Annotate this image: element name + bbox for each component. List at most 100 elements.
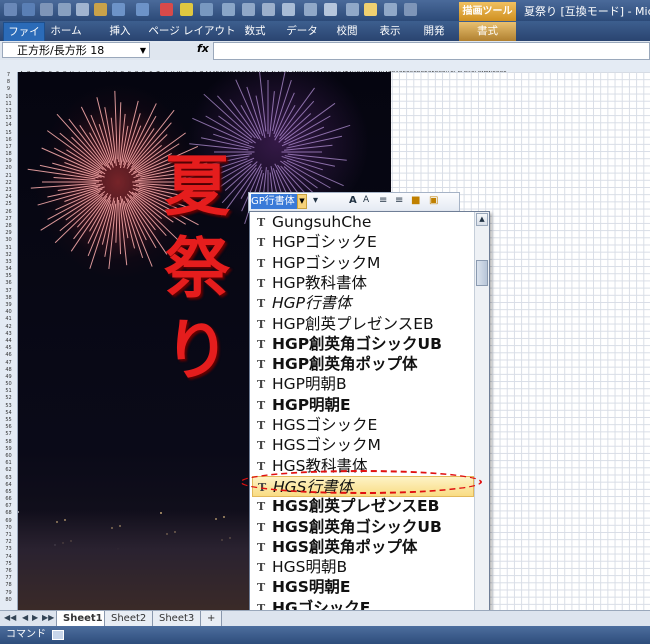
name-box[interactable]: 正方形/長方形 18 ▼ bbox=[2, 42, 150, 58]
summer-festival-title[interactable]: 夏祭り bbox=[162, 145, 232, 391]
row-header[interactable]: 14 bbox=[0, 122, 17, 129]
font-size-dropdown-icon[interactable]: ▾ bbox=[313, 195, 318, 206]
excel-app-icon[interactable] bbox=[4, 3, 17, 16]
row-header[interactable]: 67 bbox=[0, 503, 17, 510]
shape-outline-icon[interactable]: ▣ bbox=[429, 195, 438, 206]
font-list-item[interactable]: T GungsuhChe bbox=[252, 212, 474, 233]
tab-sheet1[interactable]: Sheet1 bbox=[56, 611, 110, 627]
row-header[interactable]: 20 bbox=[0, 165, 17, 172]
shape-icon[interactable] bbox=[324, 3, 337, 16]
row-header[interactable]: 61 bbox=[0, 460, 17, 467]
font-list-item[interactable]: T HGS明朝E bbox=[252, 577, 474, 598]
row-header[interactable]: 50 bbox=[0, 381, 17, 388]
tab-insert[interactable]: 挿入 bbox=[103, 22, 137, 41]
row-header[interactable]: 65 bbox=[0, 489, 17, 496]
row-header[interactable]: 13 bbox=[0, 115, 17, 122]
row-header[interactable]: 7 bbox=[0, 72, 17, 79]
row-header[interactable]: 80 bbox=[0, 597, 17, 604]
font-list-item[interactable]: T HGS創英角ポップ体 bbox=[252, 537, 474, 558]
grow-font-icon[interactable]: A bbox=[349, 195, 357, 206]
row-header[interactable]: 63 bbox=[0, 475, 17, 482]
row-header[interactable]: 33 bbox=[0, 259, 17, 266]
grid-icon[interactable] bbox=[364, 3, 377, 16]
row-header[interactable]: 12 bbox=[0, 108, 17, 115]
row-header[interactable]: 17 bbox=[0, 144, 17, 151]
copy-icon[interactable] bbox=[76, 3, 89, 16]
row-header[interactable]: 42 bbox=[0, 324, 17, 331]
preview-icon[interactable] bbox=[58, 3, 71, 16]
tab-home[interactable]: ホーム bbox=[46, 22, 86, 41]
row-header[interactable]: 77 bbox=[0, 575, 17, 582]
first-sheet-icon[interactable]: ◀◀ bbox=[4, 613, 16, 622]
shape-fill-icon[interactable]: ■ bbox=[411, 195, 420, 206]
row-header[interactable]: 59 bbox=[0, 446, 17, 453]
row-header[interactable]: 16 bbox=[0, 137, 17, 144]
font-color-icon[interactable] bbox=[160, 3, 173, 16]
row-header[interactable]: 68 bbox=[0, 510, 17, 517]
row-header[interactable]: 31 bbox=[0, 245, 17, 252]
font-list-item[interactable]: T HGP明朝B bbox=[252, 374, 474, 395]
row-header[interactable]: 54 bbox=[0, 410, 17, 417]
row-header[interactable]: 78 bbox=[0, 582, 17, 589]
row-header[interactable]: 11 bbox=[0, 101, 17, 108]
paste-icon[interactable] bbox=[94, 3, 107, 16]
row-header[interactable]: 44 bbox=[0, 338, 17, 345]
row-header[interactable]: 43 bbox=[0, 331, 17, 338]
row-header[interactable]: 60 bbox=[0, 453, 17, 460]
undo-icon[interactable] bbox=[112, 3, 125, 16]
row-header[interactable]: 75 bbox=[0, 561, 17, 568]
scroll-up-icon[interactable]: ▲ bbox=[476, 213, 488, 226]
increase-indent-icon[interactable]: ≡ bbox=[395, 195, 403, 206]
redo-icon[interactable] bbox=[136, 3, 149, 16]
row-header[interactable]: 46 bbox=[0, 352, 17, 359]
row-header[interactable]: 72 bbox=[0, 539, 17, 546]
font-name-box[interactable]: GP行書体 bbox=[251, 194, 297, 209]
formula-input[interactable] bbox=[213, 42, 650, 60]
scrollbar[interactable]: ▲ ▼ bbox=[474, 212, 489, 635]
font-list-item[interactable]: T HGPゴシックE bbox=[252, 232, 474, 253]
tab-sheet2[interactable]: Sheet2 bbox=[104, 611, 154, 627]
print-icon[interactable] bbox=[40, 3, 53, 16]
font-list-item[interactable]: T HGS行書体 bbox=[252, 475, 474, 497]
row-header[interactable]: 22 bbox=[0, 180, 17, 187]
row-header[interactable]: 19 bbox=[0, 158, 17, 165]
tab-sheet3[interactable]: Sheet3 bbox=[152, 611, 202, 627]
row-header[interactable]: 8 bbox=[0, 79, 17, 86]
row-header[interactable]: 37 bbox=[0, 288, 17, 295]
row-header[interactable]: 57 bbox=[0, 431, 17, 438]
form-icon[interactable] bbox=[304, 3, 317, 16]
draw-icon[interactable] bbox=[384, 3, 397, 16]
row-header[interactable]: 30 bbox=[0, 237, 17, 244]
row-header[interactable]: 40 bbox=[0, 309, 17, 316]
next-sheet-icon[interactable]: ▶ bbox=[32, 613, 38, 622]
macro-record-icon[interactable] bbox=[52, 630, 64, 640]
row-header[interactable]: 29 bbox=[0, 230, 17, 237]
row-header[interactable]: 48 bbox=[0, 367, 17, 374]
row-header[interactable]: 15 bbox=[0, 130, 17, 137]
row-header[interactable]: 79 bbox=[0, 590, 17, 597]
row-header[interactable]: 69 bbox=[0, 518, 17, 525]
row-header[interactable]: 56 bbox=[0, 424, 17, 431]
row-header[interactable]: 25 bbox=[0, 201, 17, 208]
font-list-item[interactable]: T HGP教科書体 bbox=[252, 273, 474, 294]
font-list-item[interactable]: T HGP行書体 bbox=[252, 293, 474, 314]
font-list-item[interactable]: T HGP創英プレゼンスEB bbox=[252, 314, 474, 335]
row-header[interactable]: 49 bbox=[0, 374, 17, 381]
prev-sheet-icon[interactable]: ◀ bbox=[22, 613, 28, 622]
tab-developer[interactable]: 開発 bbox=[420, 22, 448, 41]
row-header[interactable]: 74 bbox=[0, 554, 17, 561]
row-header[interactable]: 34 bbox=[0, 266, 17, 273]
row-header[interactable]: 26 bbox=[0, 209, 17, 216]
tab-file[interactable]: ファイル bbox=[3, 22, 45, 57]
decrease-indent-icon[interactable]: ≡ bbox=[379, 195, 387, 206]
row-header[interactable]: 73 bbox=[0, 546, 17, 553]
tab-page-layout[interactable]: ページ レイアウト bbox=[148, 22, 236, 41]
row-header[interactable]: 21 bbox=[0, 173, 17, 180]
tab-data[interactable]: データ bbox=[286, 22, 318, 41]
row-header[interactable]: 38 bbox=[0, 295, 17, 302]
row-header[interactable]: 27 bbox=[0, 216, 17, 223]
row-header[interactable]: 55 bbox=[0, 417, 17, 424]
fx-icon[interactable]: fx bbox=[197, 42, 209, 55]
row-header[interactable]: 62 bbox=[0, 467, 17, 474]
font-list-item[interactable]: T HGSゴシックM bbox=[252, 435, 474, 456]
